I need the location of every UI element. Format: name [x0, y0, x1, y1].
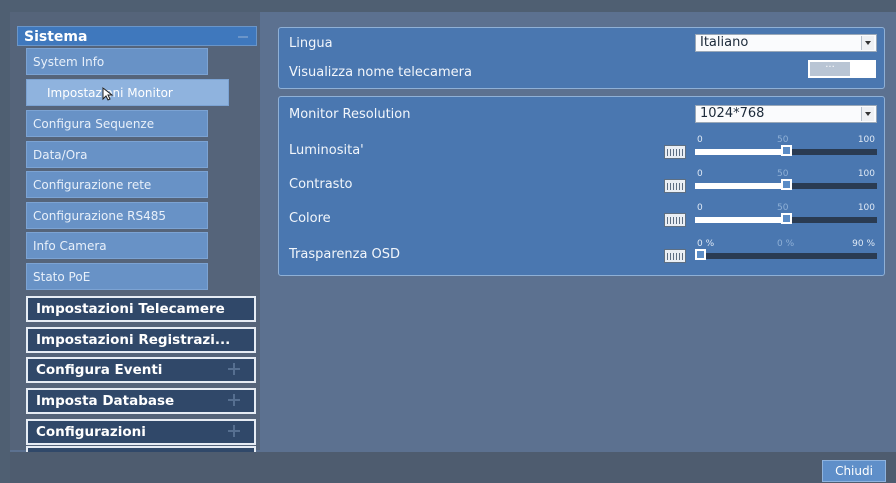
slider-thumb[interactable] [695, 249, 706, 260]
slider-max-label: 100 [857, 169, 875, 179]
monitor-resolution-select[interactable]: 1024*768 [695, 105, 877, 123]
expand-plus-icon [228, 394, 240, 406]
slider-max-label: 100 [857, 135, 875, 145]
category-impostazioni-telecamere[interactable]: Impostazioni Telecamere [26, 296, 256, 322]
osd-transparency-label: Trasparenza OSD [289, 247, 401, 262]
contrast-slider[interactable]: 0 50 100 [695, 169, 877, 195]
keyboard-icon[interactable] [664, 179, 686, 193]
sidebar-item-system-info[interactable]: System Info [26, 48, 208, 75]
category-configura-eventi[interactable]: Configura Eventi [26, 357, 256, 383]
language-value: Italiano [700, 35, 749, 50]
slider-min-label: 0 % [697, 239, 715, 249]
keyboard-icon[interactable] [664, 145, 686, 159]
slider-thumb[interactable] [781, 145, 792, 156]
slider-max-label: 100 [857, 203, 875, 213]
sidebar [10, 12, 260, 450]
brightness-label: Luminosita' [289, 143, 364, 158]
contrast-label: Contrasto [289, 177, 353, 192]
slider-thumb[interactable] [781, 179, 792, 190]
footer-bar [10, 452, 896, 483]
slider-min-label: 0 [697, 169, 703, 179]
sidebar-item-label: Configurazione RS485 [33, 209, 167, 223]
monitor-resolution-label: Monitor Resolution [289, 107, 411, 122]
sidebar-section-sistema[interactable]: Sistema [17, 26, 257, 46]
slider-fill [695, 183, 786, 189]
sidebar-item-configura-sequenze[interactable]: Configura Sequenze [26, 110, 208, 137]
language-select[interactable]: Italiano [695, 34, 877, 52]
color-label: Colore [289, 211, 331, 226]
sidebar-item-label: System Info [33, 55, 105, 69]
slider-current-label: 50 [777, 203, 789, 213]
keyboard-icon[interactable] [664, 249, 686, 263]
brightness-slider[interactable]: 0 50 100 [695, 135, 877, 161]
slider-current-label: 50 [777, 169, 789, 179]
expand-plus-icon [228, 425, 240, 437]
mouse-cursor-icon [102, 87, 114, 101]
slider-fill [695, 149, 786, 155]
sidebar-item-configurazione-rs485[interactable]: Configurazione RS485 [26, 202, 208, 229]
sidebar-item-label: Stato PoE [33, 270, 91, 284]
sidebar-item-info-camera[interactable]: Info Camera [26, 232, 208, 259]
sidebar-item-label: Info Camera [33, 239, 107, 253]
slider-thumb[interactable] [781, 213, 792, 224]
slider-min-label: 0 [697, 135, 703, 145]
keyboard-icon[interactable] [664, 213, 686, 227]
sidebar-item-data-ora[interactable]: Data/Ora [26, 141, 208, 168]
category-label: Imposta Database [36, 393, 175, 409]
category-configurazioni[interactable]: Configurazioni [26, 419, 256, 445]
general-settings-panel: Lingua Italiano Visualizza nome telecame… [278, 27, 885, 89]
section-label: Sistema [24, 29, 88, 45]
sidebar-item-stato-poe[interactable]: Stato PoE [26, 263, 208, 290]
dropdown-arrow-icon [861, 107, 874, 121]
resolution-value: 1024*768 [700, 106, 765, 121]
toggle-knob: ··· [810, 62, 850, 76]
slider-fill [695, 217, 786, 223]
slider-track [695, 253, 877, 259]
slider-max-label: 90 % [852, 239, 875, 249]
category-impostazioni-registrazione[interactable]: Impostazioni Registrazi... [26, 327, 256, 353]
sidebar-item-label: Data/Ora [33, 148, 88, 162]
collapse-icon [238, 36, 248, 38]
color-slider[interactable]: 0 50 100 [695, 203, 877, 229]
slider-current-label: 50 [777, 135, 789, 145]
close-button[interactable]: Chiudi [822, 460, 886, 482]
dropdown-arrow-icon [861, 36, 874, 50]
osd-transparency-slider[interactable]: 0 % 0 % 90 % [695, 239, 877, 265]
category-label: Impostazioni Registrazi... [36, 332, 231, 348]
show-camera-name-label: Visualizza nome telecamera [289, 65, 472, 80]
category-imposta-database[interactable]: Imposta Database [26, 388, 256, 414]
show-camera-name-toggle[interactable]: ··· [808, 60, 876, 78]
monitor-settings-panel: Monitor Resolution 1024*768 Luminosita' … [278, 96, 885, 276]
sidebar-item-configurazione-rete[interactable]: Configurazione rete [26, 171, 208, 198]
sidebar-item-label: Configura Sequenze [33, 117, 155, 131]
sidebar-item-impostazioni-monitor[interactable]: Impostazioni Monitor [26, 79, 229, 106]
category-label: Configura Eventi [36, 362, 163, 378]
slider-current-label: 0 % [777, 239, 795, 249]
language-label: Lingua [289, 36, 333, 51]
sidebar-item-label: Configurazione rete [33, 178, 152, 192]
category-label: Impostazioni Telecamere [36, 301, 225, 317]
expand-plus-icon [228, 363, 240, 375]
category-label: Configurazioni [36, 424, 146, 440]
slider-min-label: 0 [697, 203, 703, 213]
